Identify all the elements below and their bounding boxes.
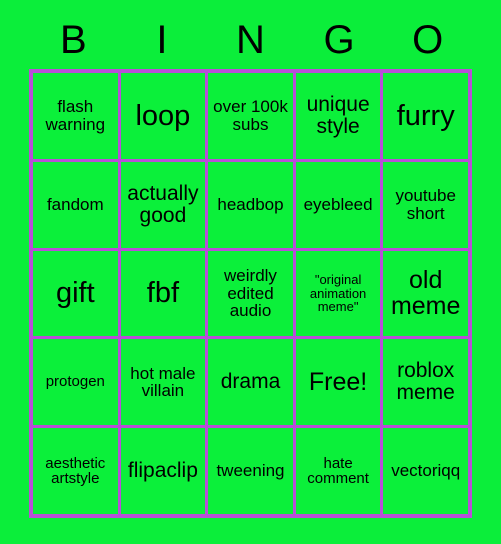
bingo-cell[interactable]: flash warning (33, 73, 118, 159)
bingo-cell[interactable]: unique style (295, 73, 381, 159)
bingo-header-letter-g: G (323, 18, 355, 62)
bingo-cell[interactable]: headbop (208, 161, 293, 248)
bingo-header: B I N G O (29, 14, 472, 66)
bingo-cell[interactable]: youtube short (383, 161, 468, 248)
bingo-cell[interactable]: gift (33, 250, 118, 337)
bingo-header-letter-b: B (59, 18, 87, 62)
bingo-cell[interactable]: old meme (383, 250, 468, 337)
bingo-cell[interactable]: aesthetic artstyle (33, 428, 118, 514)
bingo-cell[interactable]: roblox meme (383, 339, 468, 426)
bingo-cell[interactable]: flipaclip (120, 428, 206, 514)
bingo-card: B I N G O flash warning loop over 100k s… (0, 0, 501, 544)
bingo-header-letter-o: O (412, 18, 444, 62)
bingo-cell[interactable]: hot male villain (120, 339, 206, 426)
bingo-cell[interactable]: actually good (120, 161, 206, 248)
bingo-header-letter-n: N (236, 18, 265, 62)
bingo-grid: flash warning loop over 100k subs unique… (29, 69, 472, 518)
bingo-cell[interactable]: fbf (120, 250, 206, 337)
bingo-cell[interactable]: loop (120, 73, 206, 159)
bingo-cell[interactable]: drama (208, 339, 293, 426)
bingo-cell[interactable]: vectoriqq (383, 428, 468, 514)
bingo-cell[interactable]: fandom (33, 161, 118, 248)
bingo-free-cell[interactable]: Free! (295, 339, 381, 426)
bingo-cell[interactable]: furry (383, 73, 468, 159)
bingo-cell[interactable]: over 100k subs (208, 73, 293, 159)
bingo-cell[interactable]: protogen (33, 339, 118, 426)
bingo-cell[interactable]: "original animation meme" (295, 250, 381, 337)
bingo-cell[interactable]: tweening (208, 428, 293, 514)
bingo-cell[interactable]: weirdly edited audio (208, 250, 293, 337)
bingo-header-letter-i: I (156, 18, 168, 62)
bingo-cell[interactable]: hate comment (295, 428, 381, 514)
bingo-cell[interactable]: eyebleed (295, 161, 381, 248)
